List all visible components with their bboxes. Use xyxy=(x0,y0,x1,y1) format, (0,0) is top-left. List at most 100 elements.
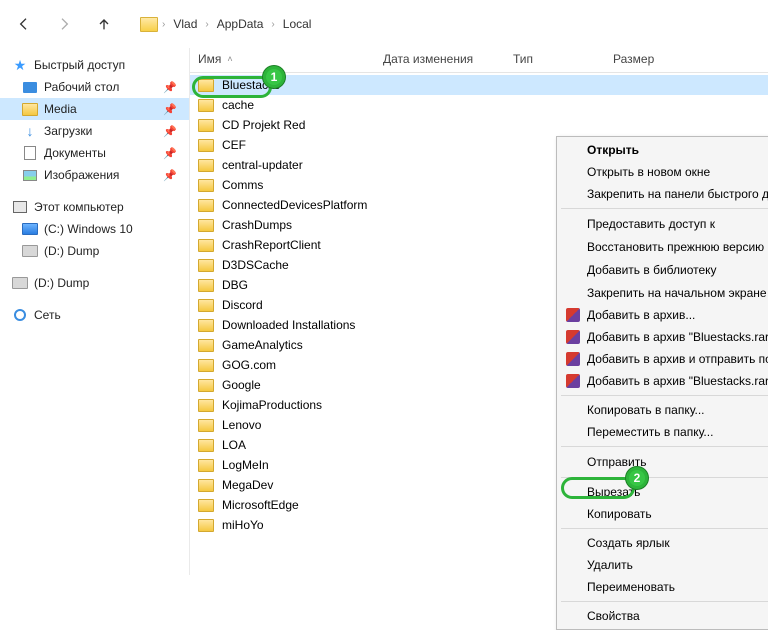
sidebar-item-label: (D:) Dump xyxy=(34,276,89,290)
file-row[interactable]: CD Projekt Red xyxy=(190,115,768,135)
menu-label: Предоставить доступ к xyxy=(587,217,715,231)
network-icon xyxy=(12,307,28,323)
menu-label: Закрепить на начальном экране xyxy=(587,286,767,300)
crumb-appdata[interactable]: AppData xyxy=(213,15,268,33)
menu-add-archive-name[interactable]: Добавить в архив "Bluestacks.rar" xyxy=(559,326,768,348)
menu-copy[interactable]: Копировать xyxy=(559,503,768,525)
sidebar-downloads[interactable]: ↓Загрузки📌 xyxy=(0,120,189,142)
menu-add-email[interactable]: Добавить в архив и отправить по e-mail..… xyxy=(559,348,768,370)
sidebar-documents[interactable]: Документы📌 xyxy=(0,142,189,164)
menu-label: Свойства xyxy=(587,609,640,623)
menu-add-archive[interactable]: Добавить в архив... xyxy=(559,304,768,326)
menu-label: Копировать в папку... xyxy=(587,403,705,417)
crumb-local[interactable]: Local xyxy=(279,15,316,33)
menu-send[interactable]: Отправить› xyxy=(559,450,768,474)
sidebar-item-label: Быстрый доступ xyxy=(34,58,125,72)
chevron-right-icon: › xyxy=(162,19,165,30)
pin-icon: 📌 xyxy=(163,147,181,160)
forward-button[interactable] xyxy=(48,8,80,40)
crumb-vlad[interactable]: Vlad xyxy=(169,15,201,33)
up-button[interactable] xyxy=(88,8,120,40)
folder-icon xyxy=(198,139,214,152)
menu-rename[interactable]: Переименовать xyxy=(559,576,768,598)
pin-icon: 📌 xyxy=(163,169,181,182)
sidebar-item-label: Media xyxy=(44,102,77,116)
file-name: miHoYo xyxy=(222,518,264,532)
folder-icon xyxy=(198,379,214,392)
sidebar-item-label: Сеть xyxy=(34,308,61,322)
menu-give-access[interactable]: Предоставить доступ к› xyxy=(559,212,768,236)
file-name: LOA xyxy=(222,438,246,452)
file-name: KojimaProductions xyxy=(222,398,322,412)
sidebar-item-label: (D:) Dump xyxy=(44,244,99,258)
menu-label: Добавить в библиотеку xyxy=(587,263,717,277)
menu-move-folder[interactable]: Переместить в папку... xyxy=(559,421,768,443)
menu-restore[interactable]: Восстановить прежнюю версию xyxy=(559,236,768,258)
sidebar-pictures[interactable]: Изображения 📌 xyxy=(0,164,189,186)
folder-icon xyxy=(22,101,38,117)
context-menu: Открыть Открыть в новом окне Закрепить н… xyxy=(556,136,768,630)
menu-open-new[interactable]: Открыть в новом окне xyxy=(559,161,768,183)
folder-icon xyxy=(198,339,214,352)
menu-sep xyxy=(561,395,768,396)
sidebar-item-label: Рабочий стол xyxy=(44,80,119,94)
disk-icon xyxy=(12,275,28,291)
sidebar-disk-d2[interactable]: (D:) Dump xyxy=(0,272,189,294)
menu-label: Восстановить прежнюю версию xyxy=(587,240,764,254)
folder-icon xyxy=(198,459,214,472)
sidebar-disk-c[interactable]: (C:) Windows 10 xyxy=(0,218,189,240)
toolbar: › Vlad › AppData › Local xyxy=(0,0,768,48)
sidebar-media[interactable]: Media 📌 xyxy=(0,98,189,120)
menu-label: Открыть xyxy=(587,143,639,157)
sidebar-quick-access[interactable]: ★Быстрый доступ xyxy=(0,54,189,76)
menu-add-library[interactable]: Добавить в библиотеку› xyxy=(559,258,768,282)
menu-properties[interactable]: Свойства xyxy=(559,605,768,627)
file-name: CEF xyxy=(222,138,246,152)
folder-icon xyxy=(198,239,214,252)
col-type[interactable]: Тип xyxy=(513,52,613,66)
col-label: Имя xyxy=(198,52,221,66)
sidebar: ★Быстрый доступ Рабочий стол 📌 Media 📌 ↓За… xyxy=(0,48,190,575)
file-name: CD Projekt Red xyxy=(222,118,305,132)
menu-sep xyxy=(561,477,768,478)
pin-icon: 📌 xyxy=(163,103,181,116)
menu-delete[interactable]: Удалить xyxy=(559,554,768,576)
menu-cut[interactable]: Вырезать xyxy=(559,481,768,503)
disk-icon xyxy=(22,243,38,259)
sidebar-desktop[interactable]: Рабочий стол 📌 xyxy=(0,76,189,98)
sidebar-this-pc[interactable]: Этот компьютер xyxy=(0,196,189,218)
folder-icon xyxy=(140,17,158,32)
menu-add-name-email[interactable]: Добавить в архив "Bluestacks.rar" и отпр… xyxy=(559,370,768,392)
col-name[interactable]: Имя˄ xyxy=(198,52,383,66)
desktop-icon xyxy=(22,79,38,95)
folder-icon xyxy=(198,259,214,272)
rar-icon xyxy=(565,307,581,323)
folder-icon xyxy=(198,439,214,452)
file-name: CrashReportClient xyxy=(222,238,321,252)
menu-copy-folder[interactable]: Копировать в папку... xyxy=(559,399,768,421)
sidebar-item-label: Изображения xyxy=(44,168,119,182)
breadcrumb[interactable]: › Vlad › AppData › Local xyxy=(140,15,315,33)
back-button[interactable] xyxy=(8,8,40,40)
main-panel: Имя˄ Дата изменения Тип Размер Bluestack… xyxy=(190,48,768,575)
menu-label: Закрепить на панели быстрого доступа xyxy=(587,187,768,201)
menu-pin-quick[interactable]: Закрепить на панели быстрого доступа xyxy=(559,183,768,205)
col-size[interactable]: Размер xyxy=(613,52,683,66)
menu-shortcut[interactable]: Создать ярлык xyxy=(559,532,768,554)
sidebar-network[interactable]: Сеть xyxy=(0,304,189,326)
sidebar-disk-d1[interactable]: (D:) Dump xyxy=(0,240,189,262)
folder-icon xyxy=(198,279,214,292)
pin-icon: 📌 xyxy=(163,81,181,94)
file-name: GameAnalytics xyxy=(222,338,303,352)
file-name: central-updater xyxy=(222,158,303,172)
folder-icon xyxy=(198,79,214,92)
col-date[interactable]: Дата изменения xyxy=(383,52,513,66)
document-icon xyxy=(22,145,38,161)
folder-icon xyxy=(198,319,214,332)
sidebar-item-label: Этот компьютер xyxy=(34,200,124,214)
rar-icon xyxy=(565,329,581,345)
menu-pin-start[interactable]: Закрепить на начальном экране xyxy=(559,282,768,304)
menu-label: Переместить в папку... xyxy=(587,425,713,439)
menu-open[interactable]: Открыть xyxy=(559,139,768,161)
file-row[interactable]: cache xyxy=(190,95,768,115)
